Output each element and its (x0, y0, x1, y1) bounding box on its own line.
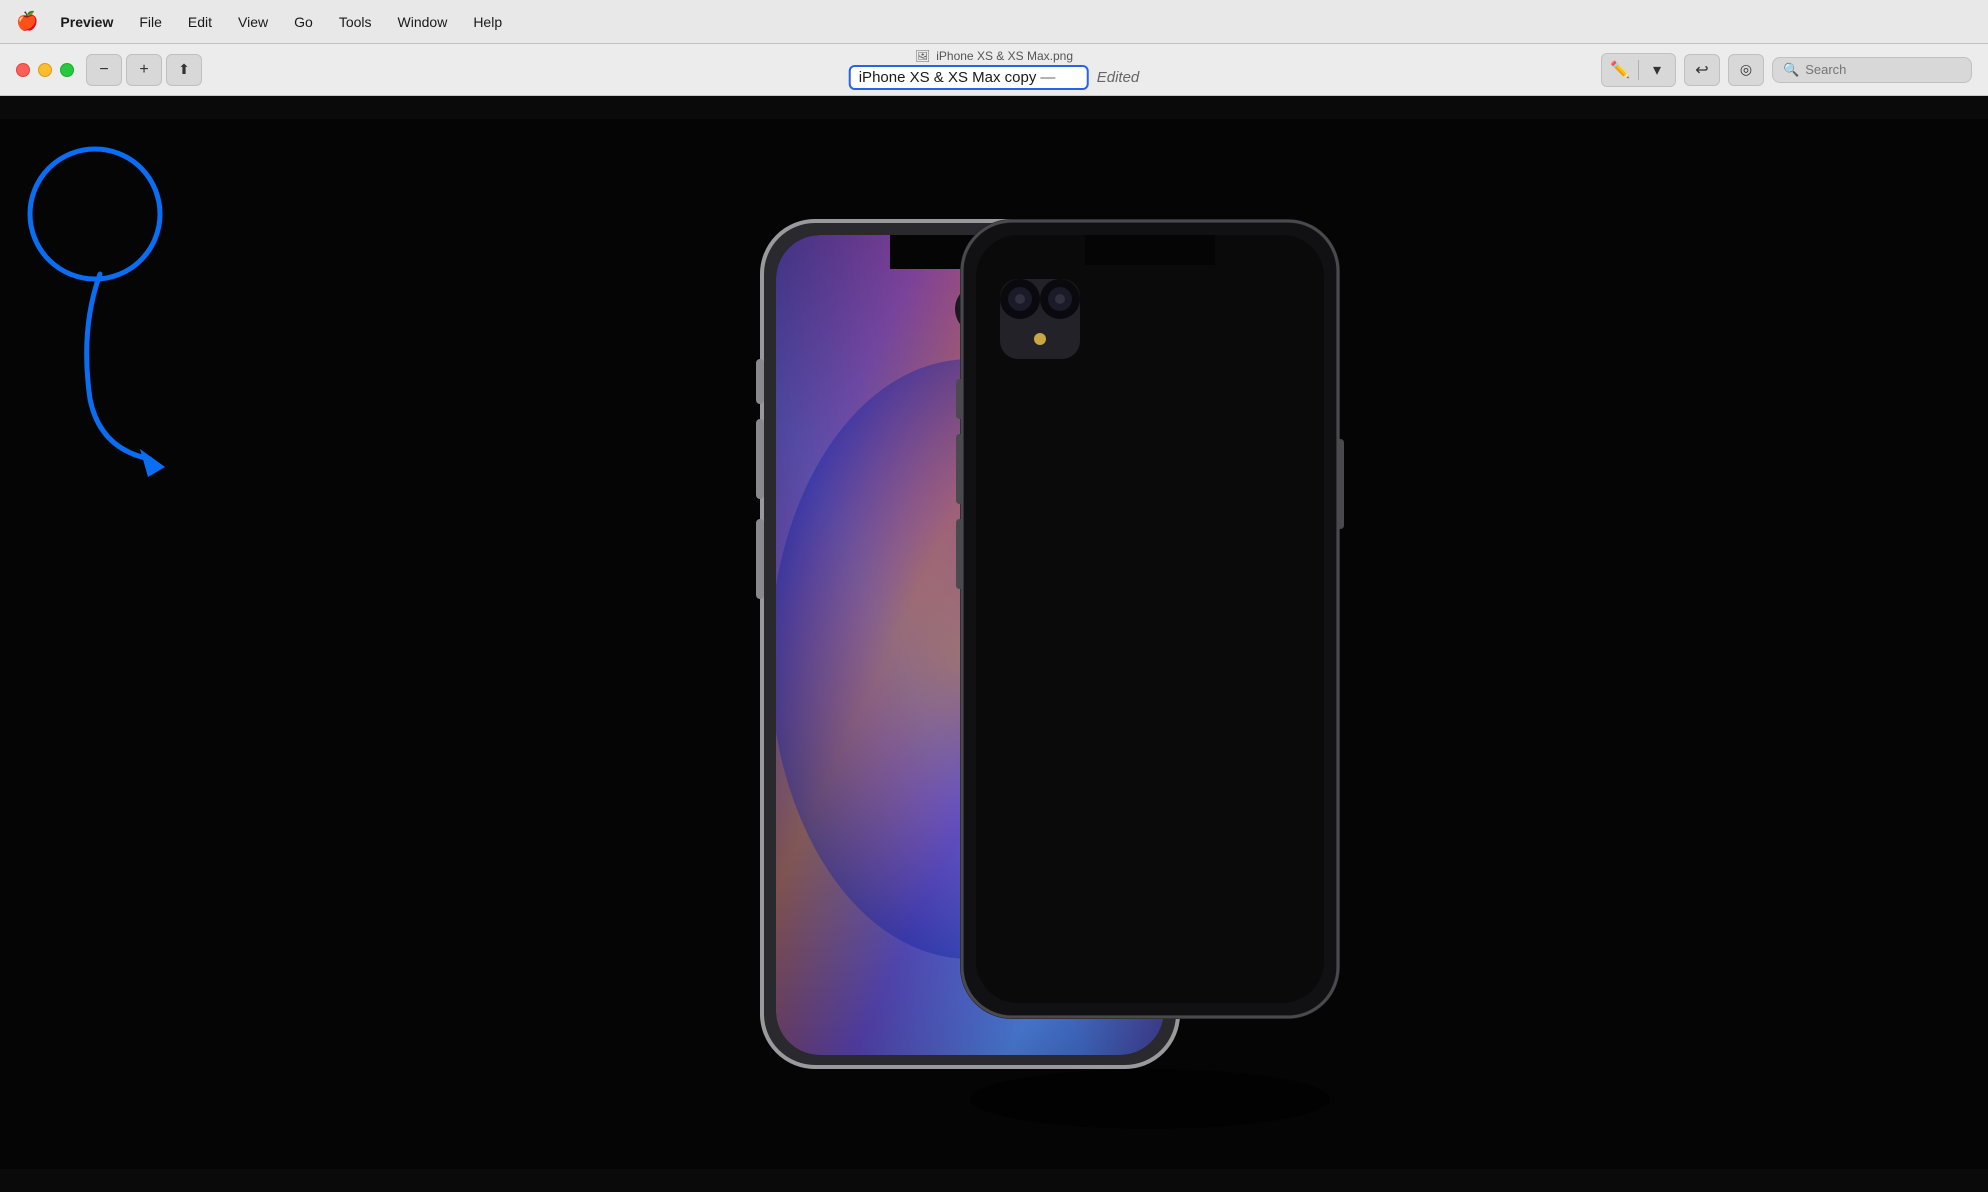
iphone-image (0, 96, 1988, 1192)
menubar-app-name[interactable]: Preview (56, 12, 117, 32)
menubar-file[interactable]: File (135, 12, 166, 32)
markup-btn-group: ✏️ ▾ (1601, 53, 1676, 87)
zoom-in-icon: + (139, 61, 148, 79)
preview-window: − + ⬆ 🖼 iPhone XS & XS Max.png iPhone XS… (0, 44, 1988, 1192)
menubar-tools[interactable]: Tools (335, 12, 376, 32)
edited-label: Edited (1097, 69, 1140, 86)
toolbar-left: − + ⬆ (86, 54, 202, 86)
rotate-icon: ↩ (1695, 60, 1708, 80)
rotate-button[interactable]: ↩ (1684, 54, 1720, 86)
menubar-edit[interactable]: Edit (184, 12, 216, 32)
menubar: 🍎 Preview File Edit View Go Tools Window… (0, 0, 1988, 44)
minimize-button[interactable] (38, 63, 52, 77)
annotate-button[interactable]: ◎ (1728, 54, 1764, 86)
file-tab-name: iPhone XS & XS Max.png (936, 49, 1073, 63)
menubar-view[interactable]: View (234, 12, 272, 32)
title-input-box[interactable]: iPhone XS & XS Max copy — (849, 65, 1089, 90)
title-name-row: iPhone XS & XS Max copy — Edited (849, 65, 1140, 90)
titlebar: − + ⬆ 🖼 iPhone XS & XS Max.png iPhone XS… (0, 44, 1988, 96)
annotate-icon: ◎ (1740, 61, 1752, 78)
markup-pen-button[interactable]: ✏️ (1602, 54, 1638, 86)
menubar-window[interactable]: Window (394, 12, 452, 32)
search-box[interactable]: 🔍 (1772, 57, 1972, 83)
chevron-down-icon: ▾ (1653, 60, 1661, 80)
traffic-lights (16, 63, 74, 77)
zoom-in-button[interactable]: + (126, 54, 162, 86)
share-button[interactable]: ⬆ (166, 54, 202, 86)
menubar-go[interactable]: Go (290, 12, 317, 32)
toolbar-right: ✏️ ▾ ↩ ◎ 🔍 (1601, 53, 1972, 87)
pen-icon: ✏️ (1610, 60, 1630, 80)
search-icon: 🔍 (1783, 62, 1799, 78)
zoom-out-button[interactable]: − (86, 54, 122, 86)
file-icon: 🖼 (915, 49, 930, 63)
title-text: iPhone XS & XS Max copy (859, 69, 1037, 86)
maximize-button[interactable] (60, 63, 74, 77)
menubar-help[interactable]: Help (469, 12, 506, 32)
apple-menu[interactable]: 🍎 (16, 11, 38, 32)
markup-dropdown-button[interactable]: ▾ (1639, 54, 1675, 86)
zoom-out-icon: − (99, 61, 108, 79)
titlebar-center: 🖼 iPhone XS & XS Max.png iPhone XS & XS … (849, 49, 1140, 90)
share-icon: ⬆ (178, 61, 190, 78)
close-button[interactable] (16, 63, 30, 77)
file-tab-row: 🖼 iPhone XS & XS Max.png (915, 49, 1073, 63)
title-dash: — (1040, 69, 1055, 86)
search-input[interactable] (1805, 62, 1961, 77)
image-content-area (0, 96, 1988, 1192)
